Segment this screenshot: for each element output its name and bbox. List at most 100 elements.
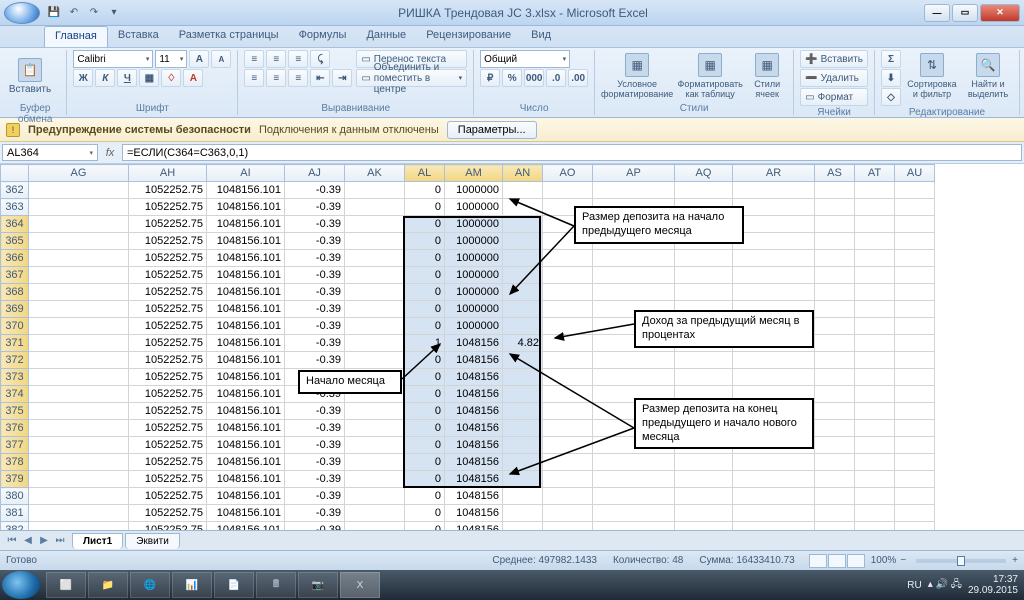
insert-cells-button[interactable]: ➕Вставить: [800, 50, 868, 68]
tray-lang[interactable]: RU: [907, 580, 921, 591]
shrink-font-icon[interactable]: A: [211, 50, 231, 68]
tray-icons[interactable]: ▴ 🔊 🖧: [928, 577, 962, 594]
autosum-icon[interactable]: Σ: [881, 50, 901, 68]
annot-nachalo: Начало месяца: [298, 370, 402, 394]
indent-inc-icon[interactable]: ⇥: [332, 69, 352, 87]
annot-depozit-end: Размер депозита на конец предыдущего и н…: [634, 398, 814, 449]
group-editing: Редактирование: [881, 106, 1013, 119]
sheet-tab-1[interactable]: Лист1: [72, 533, 123, 549]
tab-insert[interactable]: Вставка: [108, 26, 169, 47]
thousands-icon[interactable]: 000: [524, 69, 544, 87]
tab-formulas[interactable]: Формулы: [289, 26, 357, 47]
office-button[interactable]: [4, 2, 40, 24]
view-layout-icon[interactable]: [828, 554, 846, 568]
currency-icon[interactable]: ₽: [480, 69, 500, 87]
group-number: Число: [480, 102, 588, 115]
group-font: Шрифт: [73, 102, 231, 115]
delete-cells-button[interactable]: ➖Удалить: [800, 69, 868, 87]
spreadsheet-grid[interactable]: AGAHAIAJAKALAMANAOAPAQARASATAU3621052252…: [0, 164, 1024, 530]
status-bar: Готово Среднее: 497982.1433 Количество: …: [0, 550, 1024, 570]
cond-format-button[interactable]: ▦Условное форматирование: [601, 50, 673, 102]
orientation-icon[interactable]: ⤹: [310, 50, 330, 68]
start-button[interactable]: [2, 571, 40, 599]
taskbar: ⬜ 📁 🌐 📊 📄 🖩 📷 X RU ▴ 🔊 🖧 17:3729.09.2015: [0, 570, 1024, 600]
tab-data[interactable]: Данные: [356, 26, 416, 47]
quick-access-toolbar: 💾 ↶ ↷ ▾: [46, 5, 122, 21]
sort-filter-button[interactable]: ⇅Сортировка и фильтр: [905, 50, 959, 102]
annot-depozit-start: Размер депозита на начало предыдущего ме…: [574, 206, 744, 244]
formula-bar: AL364▾ fx =ЕСЛИ(C364=C363,0,1): [0, 142, 1024, 164]
view-break-icon[interactable]: [847, 554, 865, 568]
italic-button[interactable]: К: [95, 69, 115, 87]
zoom-label: 100%: [871, 555, 897, 566]
group-alignment: Выравнивание: [244, 102, 467, 115]
tab-layout[interactable]: Разметка страницы: [169, 26, 289, 47]
sheet-last-icon[interactable]: ⏭: [52, 533, 68, 549]
font-name-combo[interactable]: Calibri▾: [73, 50, 153, 68]
security-msg: Подключения к данным отключены: [259, 124, 439, 136]
align-bot-icon[interactable]: ≡: [288, 50, 308, 68]
group-cells: Ячейки: [800, 106, 868, 119]
grow-font-icon[interactable]: A: [189, 50, 209, 68]
merge-center-button[interactable]: ▭Объединить и поместить в центре▾: [356, 69, 467, 87]
font-color-button[interactable]: A: [183, 69, 203, 87]
percent-icon[interactable]: %: [502, 69, 522, 87]
security-bar: ! Предупреждение системы безопасности По…: [0, 118, 1024, 142]
align-mid-icon[interactable]: ≡: [266, 50, 286, 68]
sheet-first-icon[interactable]: ⏮: [4, 533, 20, 549]
fx-icon[interactable]: fx: [100, 142, 120, 163]
maximize-button[interactable]: ▭: [952, 4, 978, 22]
indent-dec-icon[interactable]: ⇤: [310, 69, 330, 87]
tab-home[interactable]: Главная: [44, 26, 108, 47]
group-styles: Стили: [601, 102, 787, 115]
formula-input[interactable]: =ЕСЛИ(C364=C363,0,1): [122, 144, 1022, 161]
bold-button[interactable]: Ж: [73, 69, 93, 87]
zoom-out-icon[interactable]: −: [900, 555, 906, 566]
shield-icon: !: [6, 123, 20, 137]
border-button[interactable]: ▦: [139, 69, 159, 87]
fill-icon[interactable]: ⬇: [881, 69, 901, 87]
sheet-tab-2[interactable]: Эквити: [125, 533, 180, 549]
align-top-icon[interactable]: ≡: [244, 50, 264, 68]
tab-view[interactable]: Вид: [521, 26, 561, 47]
security-options-button[interactable]: Параметры...: [447, 121, 537, 139]
qat-dropdown-icon[interactable]: ▾: [106, 5, 122, 21]
zoom-in-icon[interactable]: +: [1012, 555, 1018, 566]
status-ready: Готово: [6, 555, 37, 566]
cell-styles-button[interactable]: ▦Стили ячеек: [747, 50, 787, 102]
sheet-tab-bar: ⏮ ◀ ▶ ⏭ Лист1 Эквити: [0, 530, 1024, 550]
minimize-button[interactable]: —: [924, 4, 950, 22]
tab-review[interactable]: Рецензирование: [416, 26, 521, 47]
fill-color-button[interactable]: ♢: [161, 69, 181, 87]
zoom-slider[interactable]: [916, 559, 1006, 563]
find-select-button[interactable]: 🔍Найти и выделить: [963, 50, 1013, 102]
security-title: Предупреждение системы безопасности: [28, 124, 251, 136]
ribbon: 📋Вставить Буфер обмена Calibri▾ 11▾ A A …: [0, 48, 1024, 118]
sheet-next-icon[interactable]: ▶: [36, 533, 52, 549]
clear-icon[interactable]: ◇: [881, 88, 901, 106]
window-title: РИШКА Трендовая JC 3.xlsx - Microsoft Ex…: [122, 6, 924, 20]
paste-label: Вставить: [9, 84, 51, 95]
name-box[interactable]: AL364▾: [2, 144, 98, 161]
sheet-prev-icon[interactable]: ◀: [20, 533, 36, 549]
align-right-icon[interactable]: ≡: [288, 69, 308, 87]
close-button[interactable]: ✕: [980, 4, 1020, 22]
undo-icon[interactable]: ↶: [66, 5, 82, 21]
ribbon-tabs: Главная Вставка Разметка страницы Формул…: [0, 26, 1024, 48]
redo-icon[interactable]: ↷: [86, 5, 102, 21]
dec-decimal-icon[interactable]: .00: [568, 69, 588, 87]
paste-button[interactable]: 📋Вставить: [10, 50, 50, 102]
title-bar: 💾 ↶ ↷ ▾ РИШКА Трендовая JC 3.xlsx - Micr…: [0, 0, 1024, 26]
tray-clock[interactable]: 17:3729.09.2015: [968, 574, 1018, 596]
view-normal-icon[interactable]: [809, 554, 827, 568]
align-left-icon[interactable]: ≡: [244, 69, 264, 87]
format-cells-button[interactable]: ▭Формат: [800, 88, 868, 106]
underline-button[interactable]: Ч: [117, 69, 137, 87]
save-icon[interactable]: 💾: [46, 5, 62, 21]
annot-dohod: Доход за предыдущий месяц в процентах: [634, 310, 814, 348]
inc-decimal-icon[interactable]: .0: [546, 69, 566, 87]
number-format-combo[interactable]: Общий▾: [480, 50, 570, 68]
align-center-icon[interactable]: ≡: [266, 69, 286, 87]
format-table-button[interactable]: ▦Форматировать как таблицу: [677, 50, 743, 102]
font-size-combo[interactable]: 11▾: [155, 50, 187, 68]
